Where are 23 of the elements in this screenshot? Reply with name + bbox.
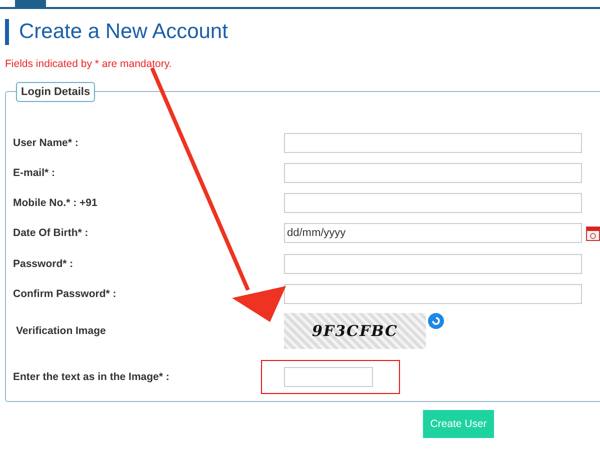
field-label: Enter the text as in the Image* : <box>12 370 170 383</box>
mandatory-note: Fields indicated by * are mandatory. <box>5 58 173 70</box>
input-field[interactable] <box>284 133 582 154</box>
create-user-button[interactable]: Create User <box>423 410 494 438</box>
field-label: Mobile No.* : +91 <box>12 197 98 210</box>
field-label: Confirm Password* : <box>12 288 118 300</box>
field-label: Verification Image <box>15 324 107 337</box>
field-label: E-mail* : <box>12 167 56 180</box>
captcha-image: 9F3CFBC <box>284 312 426 349</box>
page-title: Create a New Account <box>5 19 600 45</box>
field-label: Password* : <box>12 258 74 270</box>
input-field[interactable] <box>284 193 582 214</box>
field-label: Date Of Birth* : <box>12 227 90 240</box>
field-label: User Name* : <box>12 137 80 150</box>
refresh-icon[interactable] <box>428 312 444 329</box>
input-field[interactable] <box>284 284 582 304</box>
input-field[interactable] <box>284 163 582 184</box>
calendar-icon[interactable] <box>586 225 600 242</box>
date-field[interactable]: dd/mm/yyyy <box>284 223 582 244</box>
nav-tab[interactable] <box>15 0 46 7</box>
input-field[interactable] <box>284 254 582 274</box>
legend: Login Details <box>16 82 96 102</box>
input-field[interactable] <box>284 366 373 387</box>
